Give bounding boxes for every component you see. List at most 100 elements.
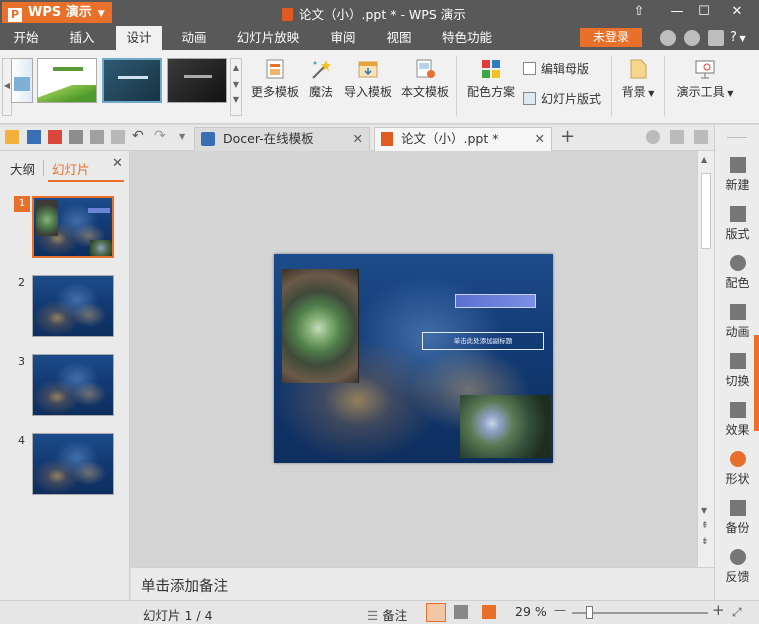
tab-slides[interactable]: 幻灯片 <box>52 159 90 178</box>
template-thumb[interactable] <box>11 58 33 103</box>
subtitle-placeholder[interactable]: 单击此处添加副标题 <box>422 332 544 350</box>
this-template-button[interactable]: 本文模板 <box>400 58 450 100</box>
menu-tab-animation[interactable]: 动画 <box>172 26 216 50</box>
export-pdf-icon[interactable] <box>48 130 62 144</box>
skin-icon[interactable] <box>708 30 724 46</box>
close-panel-icon[interactable]: ✕ <box>112 156 123 171</box>
sidebar-color-button[interactable]: 配色 <box>715 255 759 291</box>
more-templates-button[interactable]: 更多模板 <box>250 58 300 100</box>
menu-tab-view[interactable]: 视图 <box>378 26 420 50</box>
title-placeholder-thumb <box>88 208 110 213</box>
slideshow-button[interactable] <box>482 605 496 619</box>
slide-thumbnail-4[interactable] <box>32 433 114 495</box>
print-preview-icon[interactable] <box>90 130 104 144</box>
sidebar-transition-button[interactable]: 切换 <box>715 353 759 389</box>
slide-thumbnail-1[interactable] <box>32 196 114 258</box>
open-file-icon[interactable] <box>5 130 19 144</box>
tab-list-icon[interactable] <box>694 130 708 144</box>
slide-number: 4 <box>18 434 25 447</box>
help-button[interactable]: ? ▼ <box>730 30 746 45</box>
slide-thumbnail-2[interactable] <box>32 275 114 337</box>
template-thumb-selected[interactable] <box>102 58 162 103</box>
template-thumb[interactable] <box>167 58 227 103</box>
sidebar-feedback-button[interactable]: 反馈 <box>715 549 759 585</box>
fit-window-icon[interactable]: ⤢ <box>732 605 742 620</box>
edit-master-button[interactable]: 编辑母版 <box>523 60 589 77</box>
zoom-in-button[interactable]: + <box>712 601 725 619</box>
sidebar-backup-button[interactable]: 备份 <box>715 500 759 536</box>
minimize-button[interactable]: — <box>666 2 688 22</box>
redo-icon[interactable]: ↷ <box>154 128 166 144</box>
tab-document-close-icon[interactable]: ✕ <box>535 128 545 150</box>
current-slide[interactable]: 单击此处添加副标题 <box>274 254 553 463</box>
slide-layout-button[interactable]: 幻灯片版式 <box>523 90 601 107</box>
tab-document-label: 论文（小）.ppt * <box>401 131 499 146</box>
slide-sorter-button[interactable] <box>454 605 468 619</box>
restore-ribbon-button[interactable]: ⇧ <box>628 2 650 22</box>
notes-toggle-button[interactable]: ☰ 备注 <box>367 605 407 624</box>
print-icon[interactable] <box>69 130 83 144</box>
template-art <box>53 67 83 71</box>
sidebar-layout-button[interactable]: 版式 <box>715 206 759 242</box>
maximize-button[interactable]: ☐ <box>693 2 715 22</box>
cloud-icon[interactable] <box>660 30 676 46</box>
sync-icon[interactable] <box>684 30 700 46</box>
app-name: WPS 演示 <box>28 5 92 20</box>
more-templates-label: 更多模板 <box>250 85 299 99</box>
previous-slide-icon[interactable]: ⇞ <box>701 521 709 531</box>
import-template-button[interactable]: 导入模板 <box>342 58 394 100</box>
undo-icon[interactable]: ↶ <box>132 128 144 144</box>
menu-tab-insert[interactable]: 插入 <box>60 26 104 50</box>
scroll-up-icon[interactable]: ▲ <box>701 155 707 164</box>
background-button[interactable]: 背景 ▼ <box>618 58 658 100</box>
app-menu-button[interactable]: P WPS 演示 ▼ <box>2 2 112 23</box>
sidebar-new-button[interactable]: 新建 <box>715 157 759 193</box>
save-icon[interactable] <box>27 130 41 144</box>
sidebar-feedback-label: 反馈 <box>725 570 750 584</box>
sidebar-effects-button[interactable]: 效果 <box>715 402 759 438</box>
gallery-scroll-more[interactable]: ▲ ▼ ▼ <box>230 58 242 116</box>
tab-docer[interactable]: Docer-在线模板 ✕ <box>194 127 370 151</box>
new-tab-button[interactable]: + <box>560 126 575 147</box>
succulent-photo-2[interactable] <box>460 395 551 458</box>
zoom-slider-thumb[interactable] <box>586 606 593 619</box>
magic-button[interactable]: 魔法 <box>306 58 336 100</box>
zoom-out-button[interactable]: — <box>554 603 566 617</box>
vertical-scrollbar[interactable]: ▲ ▼ ⇞ ⇟ <box>697 151 714 567</box>
scroll-down-icon[interactable]: ▼ <box>701 506 707 515</box>
effects-icon <box>729 402 746 418</box>
import-template-label: 导入模板 <box>343 85 392 99</box>
scroll-thumb[interactable] <box>701 173 711 249</box>
sidebar-animation-button[interactable]: 动画 <box>715 304 759 340</box>
notes-toggle-label: 备注 <box>382 608 408 623</box>
preview-icon[interactable] <box>111 130 125 144</box>
quick-access-dropdown-icon[interactable]: ▼ <box>179 132 185 141</box>
sidebar-shapes-button[interactable]: 形状 <box>715 451 759 487</box>
pin-icon[interactable] <box>646 130 660 144</box>
menu-tab-home[interactable]: 开始 <box>4 26 48 50</box>
normal-view-button[interactable] <box>426 603 446 622</box>
template-thumb[interactable] <box>37 58 97 103</box>
next-slide-icon[interactable]: ⇟ <box>701 537 709 547</box>
succulent-photo-1[interactable] <box>282 269 359 383</box>
title-placeholder[interactable] <box>455 294 536 308</box>
login-button[interactable]: 未登录 <box>580 28 642 47</box>
notes-area[interactable]: 单击添加备注 <box>131 567 714 600</box>
background-label: 背景 <box>621 85 646 99</box>
menu-tab-design[interactable]: 设计 <box>116 26 162 50</box>
menu-tab-features[interactable]: 特色功能 <box>436 26 498 50</box>
tab-docer-close-icon[interactable]: ✕ <box>353 128 363 150</box>
zoom-slider[interactable] <box>572 606 708 619</box>
sidebar-backup-label: 备份 <box>725 521 750 535</box>
close-button[interactable]: ✕ <box>726 2 748 22</box>
tab-outline[interactable]: 大纲 <box>10 159 35 178</box>
menu-tab-slideshow[interactable]: 幻灯片放映 <box>232 26 304 50</box>
tab-document[interactable]: 论文（小）.ppt * ✕ <box>374 127 552 151</box>
window-mode-icon[interactable] <box>670 130 684 144</box>
color-scheme-button[interactable]: 配色方案 <box>464 58 518 100</box>
present-tools-button[interactable]: 演示工具 ▼ <box>672 58 738 100</box>
menu-tab-review[interactable]: 审阅 <box>322 26 364 50</box>
slide-thumbnail-3[interactable] <box>32 354 114 416</box>
sidebar-collapse-handle[interactable] <box>754 335 759 431</box>
template-art <box>184 75 212 78</box>
